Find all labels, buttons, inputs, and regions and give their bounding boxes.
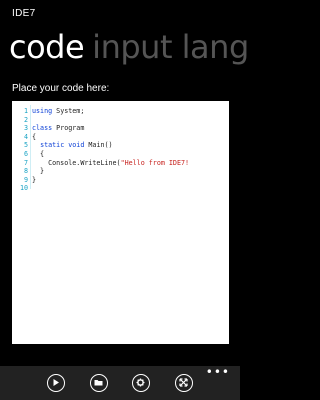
code-token: Console.WriteLine(: [32, 158, 121, 167]
line-number: 9: [23, 175, 28, 184]
code-token: System;: [52, 107, 85, 115]
code-token: }: [32, 175, 37, 184]
code-line: 3 class Program: [12, 124, 229, 133]
code-lines: 1 using System; 2 3 class Program 4{5 static …: [12, 107, 229, 193]
play-icon: [53, 379, 59, 386]
screen: IDE7 code input lang Place your code here…: [0, 0, 249, 400]
app-title: IDE7: [12, 8, 36, 19]
line-number: 7: [23, 158, 28, 167]
line-number: 4: [23, 132, 28, 141]
code-line: 9}: [12, 176, 229, 185]
code-line: 8 }: [12, 167, 229, 176]
code-token: static void: [40, 141, 85, 150]
line-number: 2: [23, 115, 28, 124]
code-line: 7 Console.WriteLine("Hello from IDE7!: [12, 159, 229, 168]
code-line: 4{: [12, 133, 229, 142]
code-line: 1 using System;: [12, 107, 229, 116]
code-token: class: [32, 124, 53, 133]
code-token: }: [32, 167, 45, 176]
code-token: {: [32, 149, 45, 158]
line-number: 3: [23, 124, 28, 133]
open-button[interactable]: [90, 374, 108, 392]
code-line: 6 {: [12, 150, 229, 159]
line-number: 5: [23, 141, 28, 150]
more-menu-icon[interactable]: •••: [206, 366, 230, 378]
line-number: 10: [19, 184, 28, 193]
code-line: 2: [12, 116, 229, 125]
pivot-item-input-lang[interactable]: input lang: [92, 28, 249, 66]
folder-icon: [94, 380, 103, 386]
line-number: 8: [23, 167, 28, 176]
code-editor[interactable]: 1 using System; 2 3 class Program 4{5 static …: [12, 101, 229, 344]
line-number: 6: [23, 149, 28, 158]
application-bar: •••: [0, 366, 240, 400]
code-token: Main(): [84, 141, 113, 150]
code-line: 10: [12, 184, 229, 193]
settings-icon: [136, 378, 145, 387]
fullscreen-icon: [179, 378, 188, 387]
line-number: 1: [23, 107, 28, 115]
pivot-item-code[interactable]: code: [9, 28, 85, 66]
fullscreen-button[interactable]: [175, 374, 193, 392]
code-token: using: [32, 107, 53, 115]
code-line: 5 static void Main(): [12, 141, 229, 150]
run-button[interactable]: [47, 374, 65, 392]
code-prompt-label: Place your code here:: [12, 83, 110, 94]
code-token: {: [32, 132, 37, 141]
code-token: Program: [52, 124, 85, 133]
pivot-header: code input lang: [9, 28, 249, 66]
code-token: "Hello from IDE7!: [120, 158, 190, 167]
settings-button[interactable]: [132, 374, 150, 392]
